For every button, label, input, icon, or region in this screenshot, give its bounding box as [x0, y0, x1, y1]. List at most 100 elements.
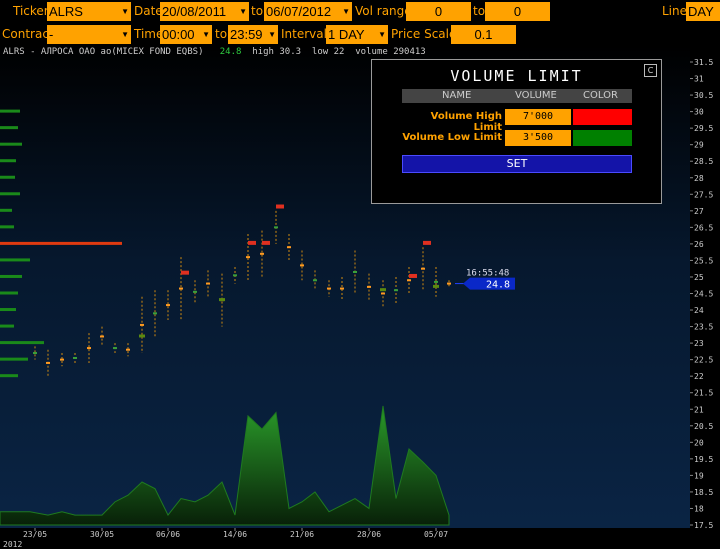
- close-icon[interactable]: C: [644, 64, 657, 77]
- y-tick-label: 26: [694, 240, 704, 249]
- price-bar-marker: [394, 289, 398, 292]
- ticker-value: ALRS: [49, 4, 83, 19]
- volume-profile-bar: [0, 374, 18, 378]
- time-to-value: 23:59: [230, 27, 263, 42]
- interval-field[interactable]: 1 DAY ▼: [326, 25, 388, 44]
- low-limit-input[interactable]: 3'500: [505, 130, 571, 146]
- date-from-value: 20/08/2011: [162, 4, 227, 19]
- high-limit-input[interactable]: 7'000: [505, 109, 571, 125]
- time-to-field[interactable]: 23:59 ▼: [228, 25, 278, 44]
- set-button[interactable]: SET: [402, 155, 632, 173]
- contract-field[interactable]: - ▼: [47, 25, 131, 44]
- high-volume-flag: [262, 240, 270, 245]
- volume-profile-bar: [0, 142, 22, 146]
- volume-profile-bar: [0, 208, 12, 212]
- chevron-down-icon[interactable]: ▼: [342, 2, 350, 21]
- y-tick-label: 18.5: [694, 488, 713, 497]
- price-tag-time: 16:55:48: [466, 269, 509, 279]
- price-bar-marker: [327, 287, 331, 290]
- vol-range-label: Vol range: [355, 4, 412, 18]
- price-bar-marker: [113, 347, 117, 350]
- low-volume-flag: [139, 334, 145, 338]
- line-label: Line: [662, 4, 688, 18]
- price-bar-marker: [33, 352, 37, 355]
- price-bar-marker: [126, 348, 130, 351]
- time-from-field[interactable]: 00:00 ▼: [160, 25, 212, 44]
- y-tick-label: 19: [694, 471, 704, 480]
- x-tick-label: 28/06: [357, 530, 381, 539]
- date-to-field[interactable]: 06/07/2012 ▼: [264, 2, 352, 21]
- price-bar-marker: [140, 323, 144, 326]
- y-tick-label: 21.5: [694, 389, 713, 398]
- interval-value: 1 DAY: [328, 27, 365, 42]
- y-tick-label: 22: [694, 372, 704, 381]
- vol-to-field[interactable]: 0: [485, 2, 550, 21]
- y-tick-label: 28: [694, 174, 704, 183]
- panel-title: VOLUME LIMIT: [450, 67, 583, 85]
- x-tick-label: 05/07: [424, 530, 448, 539]
- chevron-down-icon[interactable]: ▼: [202, 25, 210, 44]
- price-bar-marker: [179, 287, 183, 290]
- price-bar-marker: [381, 292, 385, 295]
- price-bar-marker: [407, 279, 411, 282]
- y-tick-label: 25: [694, 273, 704, 282]
- price-tag-price: 24.8: [486, 280, 510, 291]
- interval-label: Interval: [281, 27, 327, 41]
- low-value: low 22: [311, 47, 345, 57]
- price-bar-marker: [287, 246, 291, 249]
- y-tick-label: 31.5: [694, 58, 713, 67]
- vol-from-field[interactable]: 0: [406, 2, 471, 21]
- toolbar-row-1: Ticker ALRS ▼ Date 20/08/2011 ▼ to 06/07…: [0, 0, 720, 22]
- price-bar-marker: [73, 356, 77, 359]
- ticker-field[interactable]: ALRS ▼: [47, 2, 131, 21]
- y-tick-label: 28.5: [694, 157, 713, 166]
- volume-profile-bar: [0, 274, 22, 278]
- volume-profile-bar: [0, 341, 44, 345]
- high-color-swatch[interactable]: [573, 109, 632, 125]
- volume-profile-bar: [0, 357, 28, 361]
- date-to-value: 06/07/2012: [266, 4, 332, 19]
- chevron-down-icon[interactable]: ▼: [121, 25, 129, 44]
- price-bar-marker: [246, 256, 250, 259]
- price-bar-marker: [260, 252, 264, 255]
- volume-profile-bar: [0, 324, 14, 328]
- y-tick-label: 24: [694, 306, 704, 315]
- volume-profile-bar: [0, 291, 18, 295]
- low-color-swatch[interactable]: [573, 130, 632, 146]
- x-tick-label: 21/06: [290, 530, 314, 539]
- date-from-field[interactable]: 20/08/2011 ▼: [160, 2, 249, 21]
- low-volume-flag: [433, 284, 439, 288]
- chevron-down-icon[interactable]: ▼: [268, 25, 276, 44]
- low-volume-flag: [380, 288, 386, 292]
- volume-profile-bar: [0, 109, 20, 113]
- toolbar-row-2: Contract - ▼ Time 00:00 ▼ to 23:59 ▼ Int…: [0, 23, 720, 45]
- price-scale-field[interactable]: 0.1: [451, 25, 516, 44]
- line-field[interactable]: DAY: [686, 2, 720, 21]
- vol-to-label: to: [473, 4, 486, 18]
- low-limit-label: Volume Low Limit: [402, 132, 502, 143]
- price-bar-marker: [193, 290, 197, 293]
- price-bar-marker: [166, 304, 170, 307]
- y-tick-label: 20.5: [694, 422, 713, 431]
- price-bar-marker: [274, 226, 278, 229]
- chevron-down-icon[interactable]: ▼: [378, 25, 386, 44]
- y-tick-label: 21: [694, 405, 704, 414]
- price-bar-marker: [60, 358, 64, 361]
- contract-label: Contract: [2, 27, 54, 41]
- price-bar-marker: [300, 264, 304, 267]
- time-from-value: 00:00: [162, 27, 195, 42]
- chevron-down-icon[interactable]: ▼: [121, 2, 129, 21]
- high-volume-flag: [181, 270, 189, 275]
- chevron-down-icon[interactable]: ▼: [239, 2, 247, 21]
- time-axis: 23/05 30/05 06/06 14/06 21/06 28/06 05/07 2012: [0, 528, 690, 549]
- price-bar-marker: [447, 282, 451, 285]
- y-tick-label: 20: [694, 438, 704, 447]
- y-tick-label: 25.5: [694, 256, 713, 265]
- panel-header: NAME VOLUME COLOR: [402, 89, 632, 103]
- price-bar-marker: [434, 280, 438, 283]
- high-value: high 30.3: [252, 47, 302, 57]
- price-bar-marker: [421, 267, 425, 270]
- contract-value: -: [49, 27, 54, 42]
- price-bar-marker: [367, 285, 371, 288]
- y-tick-label: 30.5: [694, 91, 713, 100]
